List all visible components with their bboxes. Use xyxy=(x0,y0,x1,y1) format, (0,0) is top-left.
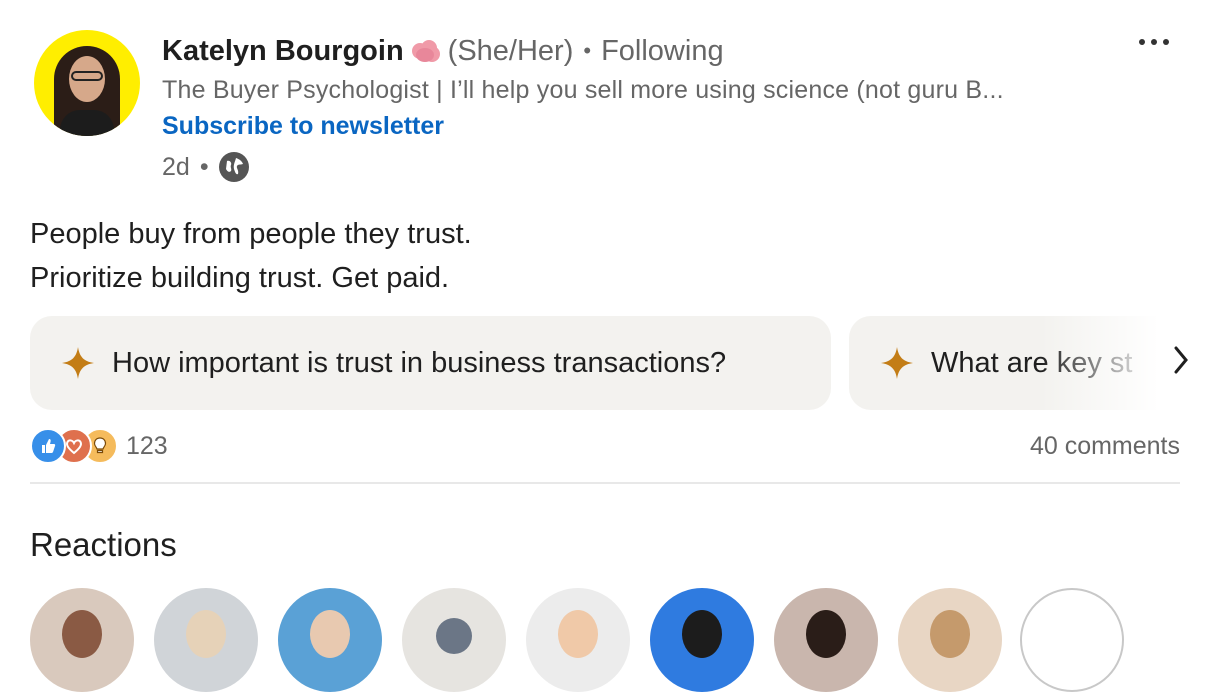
post-text-line: Prioritize building trust. Get paid. xyxy=(30,262,450,294)
reactions-heading: Reactions xyxy=(30,526,177,563)
author-pronouns: (She/Her) xyxy=(447,34,574,67)
reactor-avatar[interactable] xyxy=(526,588,630,692)
author-headline: The Buyer Psychologist | I’ll help you s… xyxy=(162,76,1004,104)
ai-prompt-chip[interactable]: How important is trust in business trans… xyxy=(30,316,831,410)
reactor-avatar[interactable] xyxy=(402,588,506,692)
dot-icon xyxy=(1139,39,1145,45)
reactor-avatar[interactable] xyxy=(774,588,878,692)
ai-prompt-label: What are key st xyxy=(931,346,1133,379)
post-age: 2d xyxy=(162,152,190,181)
more-reactors-button[interactable] xyxy=(1020,588,1124,692)
brain-emoji-icon xyxy=(411,40,440,62)
divider xyxy=(30,482,1180,484)
like-icon xyxy=(30,428,66,464)
meta-separator: • xyxy=(199,152,209,181)
reactor-avatar[interactable] xyxy=(278,588,382,692)
ai-prompt-label: How important is trust in business trans… xyxy=(112,346,727,379)
author-avatar[interactable] xyxy=(34,30,140,136)
name-separator: • xyxy=(583,38,592,63)
reactor-avatar[interactable] xyxy=(898,588,1002,692)
post-text-line: People buy from people they trust. xyxy=(30,218,472,250)
chevron-right-icon[interactable] xyxy=(1166,340,1196,380)
comments-count-link[interactable]: 40 comments xyxy=(1030,432,1180,461)
more-options-button[interactable] xyxy=(1134,30,1174,54)
reactions-summary[interactable]: 123 xyxy=(30,428,168,464)
globe-icon xyxy=(218,152,249,182)
post-meta: 2d • xyxy=(162,152,249,182)
reactor-avatar[interactable] xyxy=(650,588,754,692)
sparkle-icon xyxy=(881,347,913,379)
dot-icon xyxy=(1163,39,1169,45)
post-body: People buy from people they trust. Prior… xyxy=(30,212,472,300)
author-name-row: Katelyn Bourgoin (She/Her) • Following xyxy=(162,30,724,72)
ai-prompt-chip[interactable]: What are key st xyxy=(849,316,1210,410)
post-card: Katelyn Bourgoin (She/Her) • Following T… xyxy=(0,0,1210,692)
subscribe-newsletter-link[interactable]: Subscribe to newsletter xyxy=(162,112,444,141)
dot-icon xyxy=(1151,39,1157,45)
follow-status: Following xyxy=(601,34,724,67)
reactor-avatar[interactable] xyxy=(30,588,134,692)
author-name[interactable]: Katelyn Bourgoin xyxy=(162,35,404,68)
reaction-count[interactable]: 123 xyxy=(126,432,168,461)
sparkle-icon xyxy=(62,347,94,379)
reactor-avatar[interactable] xyxy=(154,588,258,692)
